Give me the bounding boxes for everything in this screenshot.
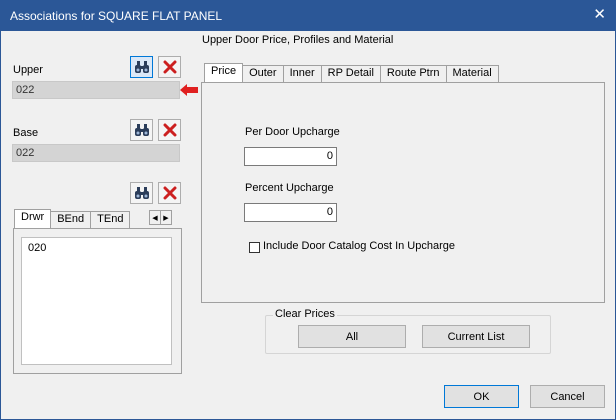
arrow-left-icon <box>180 84 198 96</box>
scroll-right-icon[interactable]: ▶ <box>160 210 172 225</box>
drawer-tabstrip: Drwr BEnd TEnd <box>14 209 131 228</box>
list-item[interactable]: 020 <box>28 242 165 254</box>
tab-bend[interactable]: BEnd <box>50 211 92 228</box>
binoculars-icon <box>134 187 149 199</box>
ok-button[interactable]: OK <box>444 385 519 408</box>
clear-prices-legend: Clear Prices <box>273 308 337 320</box>
base-delete-button[interactable] <box>158 119 181 141</box>
price-tab-panel: Per Door Upcharge 0 Percent Upcharge 0 I… <box>201 82 605 303</box>
tab-route-ptrn[interactable]: Route Ptrn <box>379 65 447 82</box>
delete-x-icon <box>163 123 176 137</box>
tab-scroller: ◀ ▶ <box>149 210 172 225</box>
percent-input[interactable]: 0 <box>244 203 337 222</box>
include-cost-label: Include Door Catalog Cost In Upcharge <box>263 240 455 252</box>
per-door-value: 0 <box>326 150 333 162</box>
per-door-input[interactable]: 0 <box>244 147 337 166</box>
main-tabstrip: Price Outer Inner RP Detail Route Ptrn M… <box>204 63 499 82</box>
upper-label: Upper <box>13 64 43 76</box>
cancel-button[interactable]: Cancel <box>530 385 605 408</box>
delete-x-icon <box>163 60 176 74</box>
upper-value: 022 <box>16 84 35 96</box>
upper-delete-button[interactable] <box>158 56 181 78</box>
base-label: Base <box>13 127 39 139</box>
drawer-find-button[interactable] <box>130 182 153 204</box>
base-value-field: 022 <box>12 144 180 162</box>
upper-value-field: 022 <box>12 81 180 99</box>
section-title: Upper Door Price, Profiles and Material <box>202 34 394 46</box>
tab-drwr[interactable]: Drwr <box>14 209 52 228</box>
tab-inner[interactable]: Inner <box>282 65 322 82</box>
title-bar: Associations for SQUARE FLAT PANEL ✕ <box>1 1 615 31</box>
tab-price[interactable]: Price <box>204 63 244 82</box>
dialog-window: Associations for SQUARE FLAT PANEL ✕ Upp… <box>0 0 616 420</box>
tab-outer[interactable]: Outer <box>242 65 284 82</box>
tab-material[interactable]: Material <box>445 65 499 82</box>
delete-x-icon <box>163 186 176 200</box>
include-cost-checkbox[interactable] <box>249 242 260 253</box>
percent-value: 0 <box>326 206 333 218</box>
binoculars-icon <box>134 61 149 73</box>
binoculars-icon <box>134 124 149 136</box>
window-title: Associations for SQUARE FLAT PANEL <box>10 9 223 23</box>
upper-find-button[interactable] <box>130 56 153 78</box>
tab-rp-detail[interactable]: RP Detail <box>320 65 381 82</box>
per-door-label: Per Door Upcharge <box>245 126 340 138</box>
clear-current-list-button[interactable]: Current List <box>422 325 530 348</box>
clear-prices-group: Clear Prices All Current List <box>265 308 551 354</box>
drawer-tab-panel: 020 <box>13 228 182 374</box>
base-value: 022 <box>16 147 35 159</box>
percent-label: Percent Upcharge <box>245 182 334 194</box>
drawer-listbox[interactable]: 020 <box>21 237 172 365</box>
close-icon[interactable]: ✕ <box>593 6 606 24</box>
clear-all-button[interactable]: All <box>298 325 406 348</box>
tab-tend[interactable]: TEnd <box>90 211 131 228</box>
base-find-button[interactable] <box>130 119 153 141</box>
drawer-delete-button[interactable] <box>158 182 181 204</box>
